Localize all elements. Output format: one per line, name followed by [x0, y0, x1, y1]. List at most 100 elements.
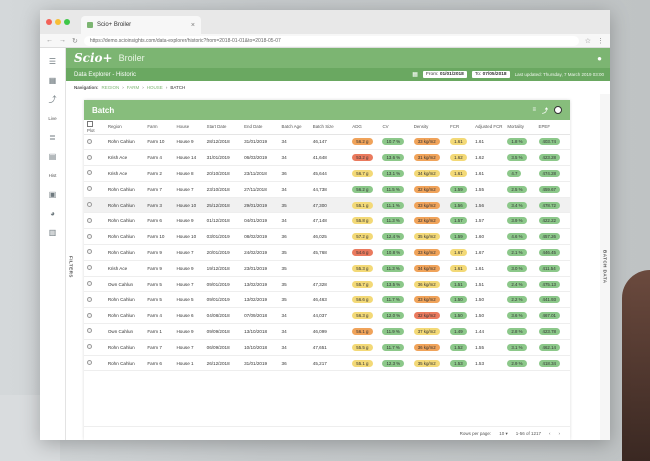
column-header-epef[interactable]: EPEF [535, 120, 570, 135]
from-date[interactable]: From: 01/01/2018 [422, 71, 467, 78]
url-bar[interactable]: https://demo.scioinsights.com/data-explo… [83, 35, 579, 46]
cell-batch-age: 36 [278, 355, 310, 372]
row-checkbox[interactable] [87, 281, 92, 287]
column-header-house[interactable]: House [173, 120, 204, 135]
filters-tab[interactable]: FILTERS [66, 94, 76, 440]
prev-page-icon[interactable]: ‹ [549, 431, 551, 436]
row-checkbox[interactable] [87, 249, 92, 255]
table-row[interactable]: Own Cahlun Farm 1 House 9 09/09/2018 13/10/2… [84, 323, 570, 340]
cell-fcr-pill: 1.52 [450, 343, 467, 351]
table-row[interactable]: Krish Ace Farm 4 House 14 31/01/2019 06/03/2… [84, 149, 570, 167]
table-row[interactable]: Rohn Cahlun Farm 6 House 9 01/12/2018 04/01/… [84, 212, 570, 230]
dashboard-icon[interactable]: ▦ [40, 71, 66, 90]
cell-batch-size: 47,148 [309, 212, 350, 230]
row-checkbox[interactable] [87, 328, 92, 334]
table-row[interactable]: Rohn Cahlun Farm 10 House 9 28/12/2018 31/01… [84, 134, 570, 151]
row-checkbox[interactable] [87, 360, 92, 366]
cell-fcr: 1.59 [447, 228, 473, 246]
column-header-end-date[interactable]: End Date [241, 120, 279, 135]
sidebar-label-hist[interactable]: Hist [49, 166, 57, 185]
bookmark-star-icon[interactable]: ☆ [585, 37, 591, 45]
table-row[interactable]: Rohn Cahlun Farm 7 House 7 23/10/2018 27/11/… [84, 181, 570, 198]
column-header-farm[interactable]: Farm [144, 120, 174, 135]
cell-farm: Farm 10 [144, 228, 174, 246]
row-checkbox[interactable] [87, 170, 92, 176]
cell-mortality: 3.4 % [504, 197, 536, 214]
user-icon[interactable]: ● [597, 54, 602, 63]
batch-data-tab[interactable]: BATCH DATA [600, 94, 610, 440]
row-checkbox[interactable] [87, 344, 92, 350]
back-icon[interactable]: ← [46, 37, 53, 44]
column-header-plot[interactable]: Plot [84, 120, 105, 135]
cell-batch-age: 34 [278, 323, 310, 340]
column-header-cv[interactable]: CV [379, 120, 411, 135]
table-row[interactable]: Rohn Cahlun Farm 6 House 1 26/12/2018 31/01/… [84, 355, 570, 372]
column-header-batch-size[interactable]: Batch Size [309, 120, 350, 135]
row-checkbox[interactable] [87, 154, 92, 160]
forward-icon[interactable]: → [59, 37, 66, 44]
row-checkbox[interactable] [87, 265, 92, 271]
table-row[interactable]: Rohn Cahlun Farm 5 House 5 09/01/2019 13/02/… [84, 291, 570, 309]
table-row[interactable]: Rohn Cahlun Farm 3 House 10 25/12/2018 29/01… [84, 197, 570, 214]
settings-circle-icon[interactable] [554, 106, 562, 114]
column-header-mortality[interactable]: Mortality [504, 120, 536, 135]
cell-house: House 7 [173, 244, 204, 261]
minimize-window-icon[interactable] [55, 19, 61, 25]
browser-tab[interactable]: Scio+ Broiler × [81, 16, 201, 34]
crumb-house[interactable]: HOUSE [147, 85, 163, 90]
column-header-adjusted-fcr[interactable]: Adjusted FCR [472, 120, 505, 135]
row-checkbox[interactable] [87, 138, 92, 144]
rows-per-page-label: Rows per page: [459, 431, 492, 436]
image-icon[interactable]: ▣ [40, 185, 66, 204]
row-checkbox[interactable] [87, 296, 92, 302]
reload-icon[interactable]: ↻ [72, 37, 78, 45]
column-header-start-date[interactable]: Start Date [203, 120, 242, 135]
cell-adg: 54.6 g [349, 244, 380, 261]
list-icon[interactable]: ≣ [40, 128, 66, 147]
row-checkbox[interactable] [87, 312, 92, 318]
next-page-icon[interactable]: › [559, 431, 561, 436]
to-date[interactable]: To: 07/05/2018 [471, 71, 510, 78]
cell-adjusted-fcr: 1.50 [472, 307, 505, 325]
table-row[interactable]: Rohn Cahlun Farm 10 House 10 03/01/2019 08/0… [84, 228, 570, 246]
table-row[interactable]: Rohn Cahlun Farm 9 House 7 20/01/2019 24/02/… [84, 244, 570, 261]
row-checkbox[interactable] [87, 233, 92, 239]
close-tab-icon[interactable]: × [191, 22, 195, 29]
cell-batch-age: 34 [278, 181, 310, 198]
row-checkbox[interactable] [87, 186, 92, 192]
row-checkbox[interactable] [87, 217, 92, 223]
rows-per-page-select[interactable]: 10 ▾ [499, 431, 508, 437]
table-row[interactable]: Rohn Cahlun Farm 4 House 6 04/08/2018 07/09/… [84, 307, 570, 325]
table-row[interactable]: Own Cahlun Farm 5 House 7 09/01/2019 13/02/2… [84, 276, 570, 293]
table-row[interactable]: Rohn Cahlun Farm 7 House 7 06/09/2018 10/10/… [84, 339, 570, 356]
column-header-adg[interactable]: ADG [349, 120, 380, 135]
table-row[interactable]: Krish Ace Farm 9 House 9 19/12/2018 23/01/20… [84, 260, 570, 277]
column-header-fcr[interactable]: FCR [447, 120, 473, 135]
row-checkbox[interactable] [87, 202, 92, 208]
browser-menu-icon[interactable]: ⋮ [597, 37, 604, 45]
sidebar-label-live[interactable]: Live [48, 109, 56, 128]
table-icon[interactable]: ▥ [40, 223, 66, 242]
select-all-checkbox[interactable] [87, 120, 93, 127]
filter-list-icon[interactable]: ≡ [532, 107, 536, 113]
chart-toggle-icon[interactable]: ⤴ [542, 106, 548, 115]
cell-fcr: 1.57 [447, 212, 473, 230]
cell-mortality: 3.0 % [504, 260, 536, 277]
cell-adjusted-fcr: 1.55 [472, 181, 505, 198]
menu-icon[interactable]: ☰ [40, 52, 66, 71]
calendar-icon[interactable]: ▤ [40, 147, 66, 166]
trend-icon[interactable]: ⤴ [40, 90, 66, 109]
cell-batch-age: 35 [278, 291, 310, 309]
column-header-batch-age[interactable]: Batch Age [278, 120, 310, 135]
close-window-icon[interactable] [46, 19, 52, 25]
maximize-window-icon[interactable] [64, 19, 70, 25]
crumb-region[interactable]: REGION [102, 85, 120, 90]
cell-batch-age: 34 [278, 134, 310, 151]
table-row[interactable]: Krish Ace Farm 2 House 8 20/10/2018 23/11/20… [84, 165, 570, 182]
pie-icon[interactable]: ◕ [40, 204, 66, 223]
calendar-small-icon[interactable]: ▦ [412, 71, 418, 78]
crumb-farm[interactable]: FARM [127, 85, 140, 90]
column-header-density[interactable]: Density [410, 120, 448, 135]
column-header-region[interactable]: Region [104, 120, 145, 135]
crumb-batch[interactable]: BATCH [170, 85, 185, 90]
